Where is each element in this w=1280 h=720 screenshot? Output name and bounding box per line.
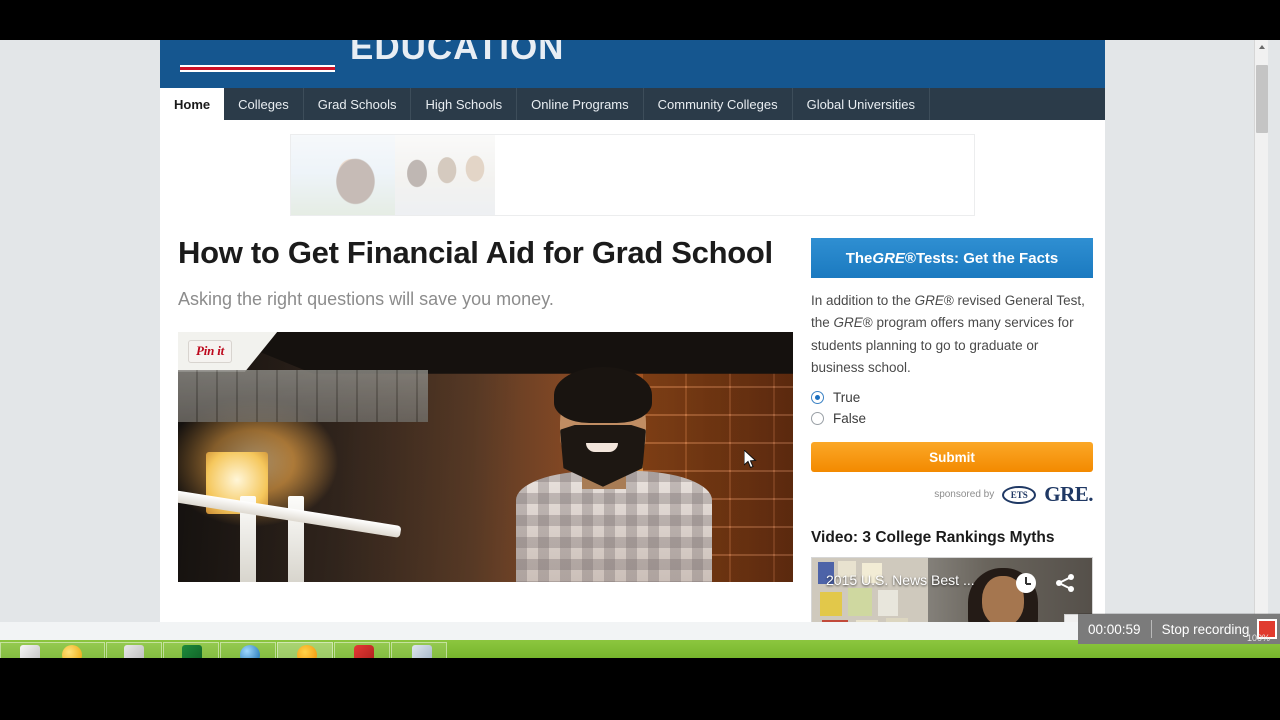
pin-it-button[interactable]: Pin it	[188, 339, 233, 363]
recording-toolbar: 00:00:59 Stop recording 100%	[1078, 614, 1280, 644]
clock-icon[interactable]	[1016, 573, 1036, 594]
radio-false-icon[interactable]	[811, 412, 824, 426]
radio-true-icon[interactable]	[811, 391, 824, 405]
page-body: How to Get Financial Aid for Grad School…	[160, 134, 1105, 622]
video-section-title: Video: 3 College Rankings Myths	[811, 529, 1055, 547]
gre-body-em1: GRE	[914, 293, 944, 308]
video-bulletin-board	[812, 558, 928, 622]
ets-logo-icon: ETS	[1002, 485, 1037, 504]
hero-subject-person	[508, 366, 718, 582]
nav-item-grad-schools[interactable]: Grad Schools	[304, 88, 412, 120]
article-hero-image: Pin it	[178, 331, 793, 582]
scrollbar-thumb[interactable]	[1256, 65, 1268, 133]
browser-viewport: EDUCATION Home Colleges Grad Schools Hig…	[0, 40, 1268, 622]
nav-item-high-schools[interactable]: High Schools	[411, 88, 518, 120]
sponsor-text: sponsored by	[934, 489, 995, 501]
letterbox-bottom	[0, 658, 1280, 720]
gre-body-1: In addition to the	[811, 293, 915, 308]
vertical-scrollbar[interactable]	[1254, 40, 1268, 622]
gre-heading-pre: The	[845, 249, 873, 267]
gre-heading-em: GRE	[872, 249, 905, 267]
nav-item-home[interactable]: Home	[160, 88, 225, 120]
gre-promo-body: In addition to the GRE® revised General …	[811, 290, 1093, 379]
zoom-level-label: 100%	[1246, 633, 1270, 643]
gre-heading-reg: ®	[904, 249, 916, 267]
nav-item-community-colleges[interactable]: Community Colleges	[644, 88, 793, 120]
hero-porch-rail	[178, 462, 402, 582]
brand-wordmark: EDUCATION	[350, 40, 565, 67]
gre-logo: GRE.	[1044, 482, 1093, 507]
gre-poll-options: True False	[811, 387, 1093, 429]
hero-brick-wall	[178, 369, 428, 422]
desktop: EDUCATION Home Colleges Grad Schools Hig…	[0, 40, 1280, 640]
scroll-up-arrow-icon[interactable]	[1255, 40, 1268, 53]
nav-item-colleges[interactable]: Colleges	[224, 88, 304, 120]
sidebar-column: The GRE ® Tests: Get the Facts In additio…	[811, 234, 1093, 622]
video-player[interactable]: 2015 U.S. News Best ...	[811, 557, 1093, 622]
stop-recording-button[interactable]: Stop recording	[1152, 622, 1258, 637]
article-subhead: Asking the right questions will save you…	[178, 288, 554, 309]
gre-body-em2: GRE	[833, 315, 863, 331]
screen-capture: EDUCATION Home Colleges Grad Schools Hig…	[0, 0, 1280, 720]
page-title: How to Get Financial Aid for Grad School	[178, 235, 773, 270]
gre-option-true-label: True	[833, 390, 861, 406]
gre-promo-heading: The GRE ® Tests: Get the Facts	[811, 238, 1093, 278]
gre-option-true[interactable]: True	[811, 387, 1093, 408]
article-column: How to Get Financial Aid for Grad School…	[178, 234, 793, 622]
letterbox-top	[0, 0, 1280, 40]
nav-item-online-programs[interactable]: Online Programs	[517, 88, 644, 120]
gre-option-false-label: False	[833, 411, 867, 427]
video-title-overlay: 2015 U.S. News Best ...	[826, 572, 975, 589]
ad-banner[interactable]	[290, 134, 975, 216]
content-columns: How to Get Financial Aid for Grad School…	[178, 234, 1093, 622]
main-navigation: Home Colleges Grad Schools High Schools …	[160, 88, 1105, 120]
website-page: EDUCATION Home Colleges Grad Schools Hig…	[160, 40, 1105, 622]
submit-button[interactable]: Submit	[811, 442, 1093, 473]
nav-item-global-universities[interactable]: Global Universities	[793, 88, 930, 120]
site-header: EDUCATION	[160, 40, 1105, 88]
ad-banner-body	[495, 135, 974, 215]
ad-photo-students-group	[395, 135, 495, 215]
gre-heading-post: Tests: Get the Facts	[915, 249, 1059, 267]
recording-elapsed-time: 00:00:59	[1088, 621, 1141, 637]
mouse-cursor	[743, 448, 758, 475]
ad-photo-student	[291, 135, 395, 215]
gre-option-false[interactable]: False	[811, 408, 1093, 429]
share-icon[interactable]	[1054, 573, 1076, 593]
logo-rule-icon	[180, 65, 335, 72]
sponsor-row: sponsored by ETS GRE.	[811, 482, 1093, 507]
